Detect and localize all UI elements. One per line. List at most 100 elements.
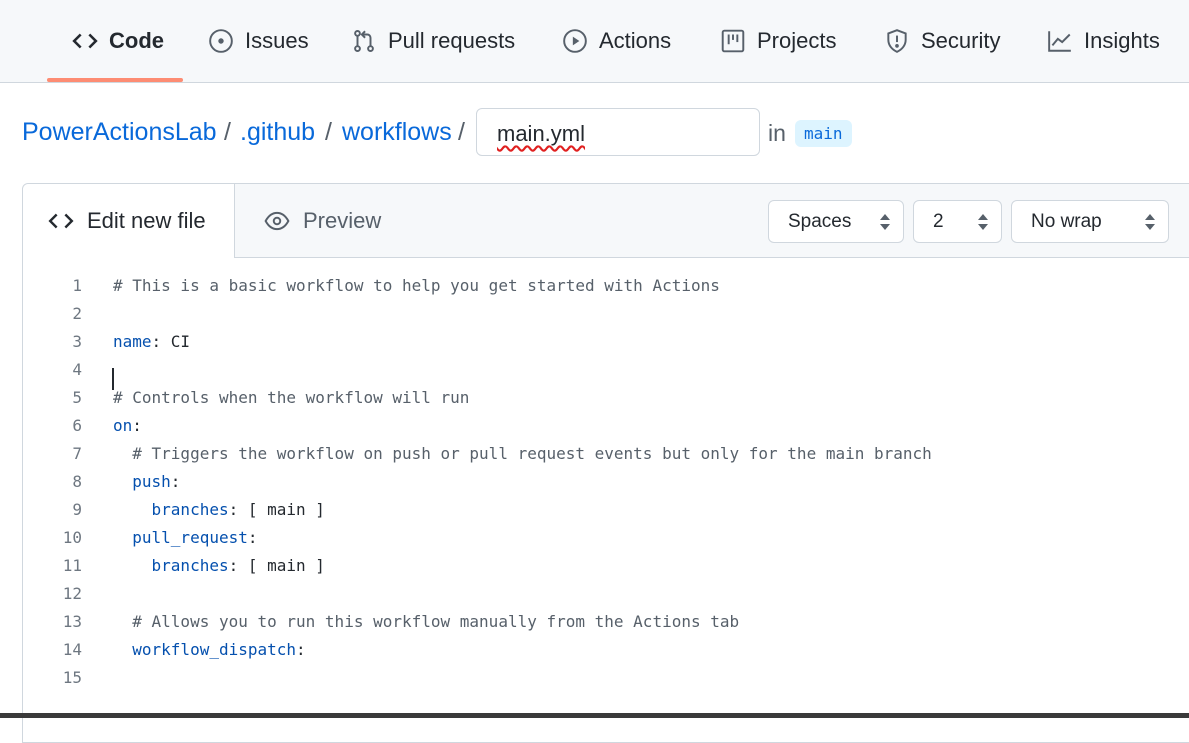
code-line[interactable]: 14 workflow_dispatch: [0,636,1189,664]
code-line[interactable]: 12 [0,580,1189,608]
line-text: # Controls when the workflow will run [113,384,469,412]
code-line[interactable]: 6 on: [0,412,1189,440]
line-number: 11 [62,556,82,575]
code-line[interactable]: 3 name: CI [0,328,1189,356]
tab-code[interactable]: Code [71,0,164,82]
code-line[interactable]: 1 # This is a basic workflow to help you … [0,272,1189,300]
breadcrumb-owner[interactable]: PowerActionsLab [22,118,217,147]
line-number: 4 [72,360,82,379]
tab-preview-label: Preview [303,208,382,233]
yaml-key: pull_request [132,528,248,547]
yaml-key: name [113,332,152,351]
tab-actions-label: Actions [599,28,672,53]
comment-text: # Controls when the workflow will run [113,388,470,407]
tab-issues-label: Issues [245,28,309,53]
window-bottom-edge [0,713,1189,718]
breadcrumb-github-folder[interactable]: .github [240,118,315,147]
code-line[interactable]: 4 [0,356,1189,384]
tab-actions[interactable]: Actions [561,0,671,82]
text-cursor [112,368,114,390]
repo-nav: Code Issues Pull requests Actions Projec… [0,0,1189,83]
indent-mode-select[interactable]: Spaces [768,200,904,243]
code-line[interactable]: 15 [0,664,1189,692]
yaml-value: : [247,528,258,547]
line-text: name: CI [113,328,190,356]
git-pull-request-icon [350,27,378,55]
active-tab-indicator [47,78,183,82]
yaml-value: : CI [151,332,191,351]
line-number: 2 [72,304,82,323]
editor-toolbar: Edit new file Preview Spaces 2 No wrap [23,184,1189,258]
yaml-value: : [ main ] [228,500,325,519]
breadcrumb-separator: / [458,118,465,146]
tab-projects-label: Projects [757,28,837,53]
select-arrows-icon [978,214,988,230]
tab-insights[interactable]: Insights [1046,0,1160,82]
line-text: # This is a basic workflow to help you g… [113,272,720,300]
issue-opened-icon [207,27,235,55]
comment-text: # This is a basic workflow to help you g… [113,276,720,295]
indent-size-select[interactable]: 2 [913,200,1002,243]
filename-value: main.yml [497,121,586,146]
yaml-value: : [296,640,306,659]
tab-insights-label: Insights [1084,28,1160,53]
in-label: in [768,120,786,146]
code-line[interactable]: 5 # Controls when the workflow will run [0,384,1189,412]
tab-preview[interactable]: Preview [259,184,381,258]
code-line[interactable]: 7 # Triggers the workflow on push or pul… [0,440,1189,468]
code-line[interactable]: 10 pull_request: [0,524,1189,552]
yaml-key: branches [151,556,229,575]
code-line[interactable]: 2 [0,300,1189,328]
tab-pull-requests[interactable]: Pull requests [350,0,515,82]
line-number: 1 [72,276,82,295]
line-number: 8 [72,472,82,491]
code-line[interactable]: 11 branches: [ main ] [0,552,1189,580]
line-text: # Allows you to run this workflow manual… [113,608,739,636]
code-line[interactable]: 9 branches: [ main ] [0,496,1189,524]
line-text: workflow_dispatch: [113,636,306,664]
code-line[interactable]: 8 push: [0,468,1189,496]
line-number: 15 [62,668,82,687]
tab-issues[interactable]: Issues [207,0,309,82]
line-number: 13 [62,612,82,631]
line-number: 12 [62,584,82,603]
yaml-key: on [113,416,133,435]
wrap-mode-value: No wrap [1031,210,1102,232]
yaml-key: workflow_dispatch [132,640,297,659]
tab-projects[interactable]: Projects [719,0,836,82]
play-icon [561,27,589,55]
line-number: 7 [72,444,82,463]
yaml-value: : [ main ] [228,556,325,575]
line-text: branches: [ main ] [113,552,325,580]
line-number: 10 [62,528,82,547]
breadcrumb-separator: / [325,118,332,146]
branch-badge: main [795,120,852,147]
graph-icon [1046,27,1074,55]
select-arrows-icon [1145,214,1155,230]
table-icon [719,27,747,55]
line-number: 9 [72,500,82,519]
shield-icon [883,27,911,55]
tab-security[interactable]: Security [883,0,1000,82]
tab-code-label: Code [109,28,164,53]
select-arrows-icon [880,214,890,230]
yaml-value: : [132,416,142,435]
line-number: 3 [72,332,82,351]
comment-text: # Allows you to run this workflow manual… [113,612,740,631]
breadcrumb-workflows-folder[interactable]: workflows [342,118,452,147]
tab-edit-new-file[interactable]: Edit new file [23,184,235,258]
filename-input[interactable]: main.yml [476,108,760,156]
wrap-mode-select[interactable]: No wrap [1011,200,1169,243]
line-text: on: [113,412,142,440]
line-number: 14 [62,640,82,659]
tab-security-label: Security [921,28,1001,53]
code-icon [47,207,75,235]
code-line[interactable]: 13 # Allows you to run this workflow man… [0,608,1189,636]
tab-edit-label: Edit new file [87,208,206,233]
breadcrumb-separator: / [224,118,231,146]
